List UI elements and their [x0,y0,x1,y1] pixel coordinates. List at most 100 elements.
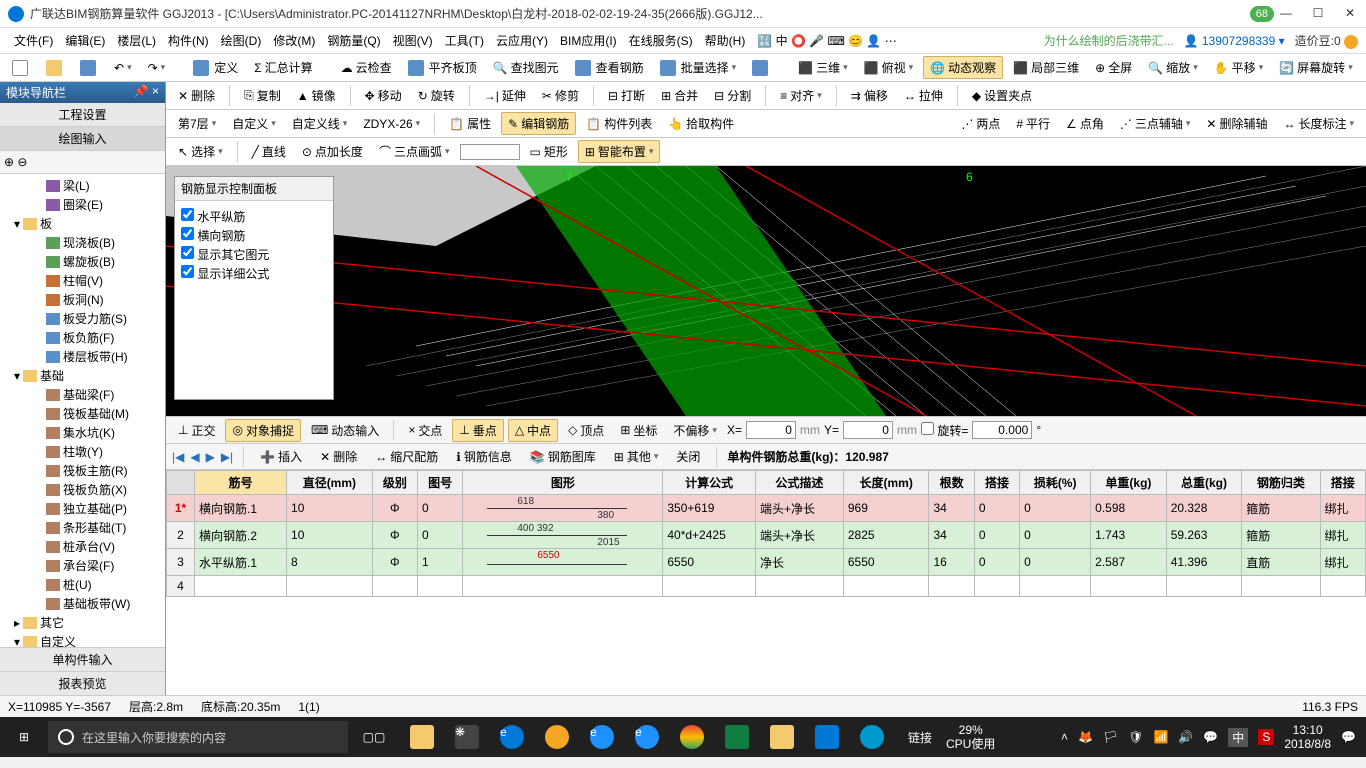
tree-beam[interactable]: 梁(L) [2,176,163,195]
rebar-table[interactable]: 筋号 直径(mm) 级别 图号 图形 计算公式 公式描述 长度(mm) 根数 搭… [166,470,1366,695]
menu-view[interactable]: 视图(V) [387,32,439,49]
rebar-lib-button[interactable]: 📚 钢筋图库 [524,446,602,467]
tray-ime[interactable]: 中 [1228,728,1248,747]
offset-button[interactable]: ⇉ 偏移 [845,85,894,106]
select-tool[interactable]: ↖ 选择 [172,141,229,162]
menu-component[interactable]: 构件(N) [162,32,215,49]
threepoint-aux-button[interactable]: ⋰ 三点辅轴 [1114,113,1197,134]
menu-draw[interactable]: 绘图(D) [215,32,268,49]
start-button[interactable]: ⊞ [4,717,44,757]
th-lap[interactable]: 搭接 [1320,471,1365,495]
tree-other-group[interactable]: ▸ 其它 [2,613,163,632]
tree-raft-main[interactable]: 筏板主筋(R) [2,461,163,480]
trim-button[interactable]: ✂ 修剪 [536,85,585,106]
sumcalc-button[interactable]: Σ 汇总计算 [248,57,318,78]
cloud-check-button[interactable]: ☁ 云检查 [335,57,398,78]
other-button[interactable]: ⊞ 其他 [608,446,665,467]
tree-slab-hole[interactable]: 板洞(N) [2,290,163,309]
tray-fox-icon[interactable]: 🦊 [1078,730,1093,744]
menu-tools[interactable]: 工具(T) [439,32,490,49]
nav-last[interactable]: ▶| [221,450,233,464]
tab-draw-input[interactable]: 绘图输入 [0,127,165,151]
dynamic-view-button[interactable]: 🌐 动态观察 [923,56,1003,79]
th-shape[interactable]: 图形 [463,471,663,495]
tray-notifications-icon[interactable]: 💬 [1341,730,1356,744]
promo-link[interactable]: 为什么绘制的后浇带汇... [1044,32,1174,49]
app-notes[interactable] [760,717,804,757]
tab-report-preview[interactable]: 报表预览 [0,671,165,695]
new-button[interactable] [6,58,36,78]
snap-coord[interactable]: ⊞ 坐标 [614,420,663,441]
parallel-button[interactable]: # 平行 [1010,113,1056,134]
edit-rebar-button[interactable]: ✎ 编辑钢筋 [501,112,576,135]
component-tree[interactable]: 梁(L) 圈梁(E) ▾ 板 现浇板(B) 螺旋板(B) 柱帽(V) 板洞(N)… [0,174,165,647]
user-id[interactable]: 👤 13907298339 ▾ [1184,34,1285,48]
menu-rebar[interactable]: 钢筋量(Q) [321,32,386,49]
redo-button[interactable]: ↷ [142,59,172,77]
setpoint-button[interactable]: ◆ 设置夹点 [966,85,1038,106]
tree-floor-band[interactable]: 楼层板带(H) [2,347,163,366]
objsnap-toggle[interactable]: ◎ 对象捕捉 [225,419,301,442]
tab-single-input[interactable]: 单构件输入 [0,647,165,671]
tree-slab-neg[interactable]: 板负筋(F) [2,328,163,347]
tray-shield-icon[interactable]: 🛡 [1128,730,1143,744]
th-name[interactable]: 筋号 [195,471,287,495]
flat-slab-button[interactable]: 平齐板顶 [402,57,483,78]
x-input[interactable] [746,421,796,439]
menu-file[interactable]: 文件(F) [8,32,59,49]
taskbar-link[interactable]: 链接 [908,729,932,746]
task-view-button[interactable]: ▢▢ [352,717,396,757]
app-edge[interactable]: e [490,717,534,757]
zoom-button[interactable]: 🔍 缩放 [1142,57,1204,78]
scale-rebar-button[interactable]: ↔ 缩尺配筋 [369,446,444,467]
opt-horiz-rebar[interactable]: 水平纵筋 [181,207,327,226]
search-box[interactable]: 在这里输入你要搜索的内容 [48,721,348,753]
cpu-meter[interactable]: 29%CPU使用 [946,723,995,752]
merge-button[interactable]: ⊞ 合并 [655,85,704,106]
tree-sump[interactable]: 集水坑(K) [2,423,163,442]
snap-vertex[interactable]: ◇ 顶点 [562,420,610,441]
copy-button[interactable]: ⎘ 复制 [238,85,287,106]
extra-button[interactable] [746,58,776,78]
menu-modify[interactable]: 修改(M) [267,32,321,49]
viewport-3d[interactable]: 钢筋显示控制面板 水平纵筋 横向钢筋 显示其它图元 显示详细公式 [166,166,1366,416]
floor-select[interactable]: 第7层 [172,113,222,134]
app-ggj[interactable] [805,717,849,757]
tab-project-settings[interactable]: 工程设置 [0,103,165,127]
rebar-info-button[interactable]: ℹ 钢筋信息 [450,446,518,467]
define-button[interactable]: 定义 [187,57,244,78]
ortho-toggle[interactable]: ⊥ 正交 [172,420,221,441]
minimize-button[interactable]: — [1278,6,1294,22]
th-fig[interactable]: 图号 [418,471,463,495]
snap-perpendicular[interactable]: ⊥ 垂点 [452,419,503,442]
tree-indep-found[interactable]: 独立基础(P) [2,499,163,518]
menu-cloud[interactable]: 云应用(Y) [490,32,554,49]
tree-spiral-slab[interactable]: 螺旋板(B) [2,252,163,271]
mirror-button[interactable]: ▲ 镜像 [291,85,342,106]
stretch-button[interactable]: ↔ 拉伸 [898,85,949,106]
th-dia[interactable]: 直径(mm) [287,471,373,495]
tree-cast-slab[interactable]: 现浇板(B) [2,233,163,252]
draw-input[interactable] [460,144,520,160]
app-explorer[interactable] [400,717,444,757]
tree-cap[interactable]: 柱帽(V) [2,271,163,290]
tree-foundation-group[interactable]: ▾ 基础 [2,366,163,385]
open-button[interactable] [40,58,70,78]
snap-intersection[interactable]: × 交点 [402,420,448,441]
point-length-tool[interactable]: ⊙ 点加长度 [296,141,369,162]
3d-button[interactable]: ⬛ 三维 [792,57,854,78]
th-num[interactable]: 根数 [929,471,974,495]
tray-network-icon[interactable]: 📶 [1153,730,1168,744]
attr-button[interactable]: 📋 属性 [443,113,497,134]
tree-ring-beam[interactable]: 圈梁(E) [2,195,163,214]
line-tool[interactable]: ╱ 直线 [246,141,292,162]
tree-pier[interactable]: 柱墩(Y) [2,442,163,461]
pick-comp-button[interactable]: 👆 拾取构件 [662,113,740,134]
local-3d-button[interactable]: ⬛ 局部三维 [1007,57,1085,78]
app-excel[interactable] [715,717,759,757]
category-select[interactable]: 自定义 [226,113,282,134]
move-button[interactable]: ✥ 移动 [359,85,408,106]
extend-button[interactable]: →| 延伸 [478,85,532,106]
tray-clock[interactable]: 13:102018/8/8 [1284,723,1331,752]
tree-pile[interactable]: 桩(U) [2,575,163,594]
